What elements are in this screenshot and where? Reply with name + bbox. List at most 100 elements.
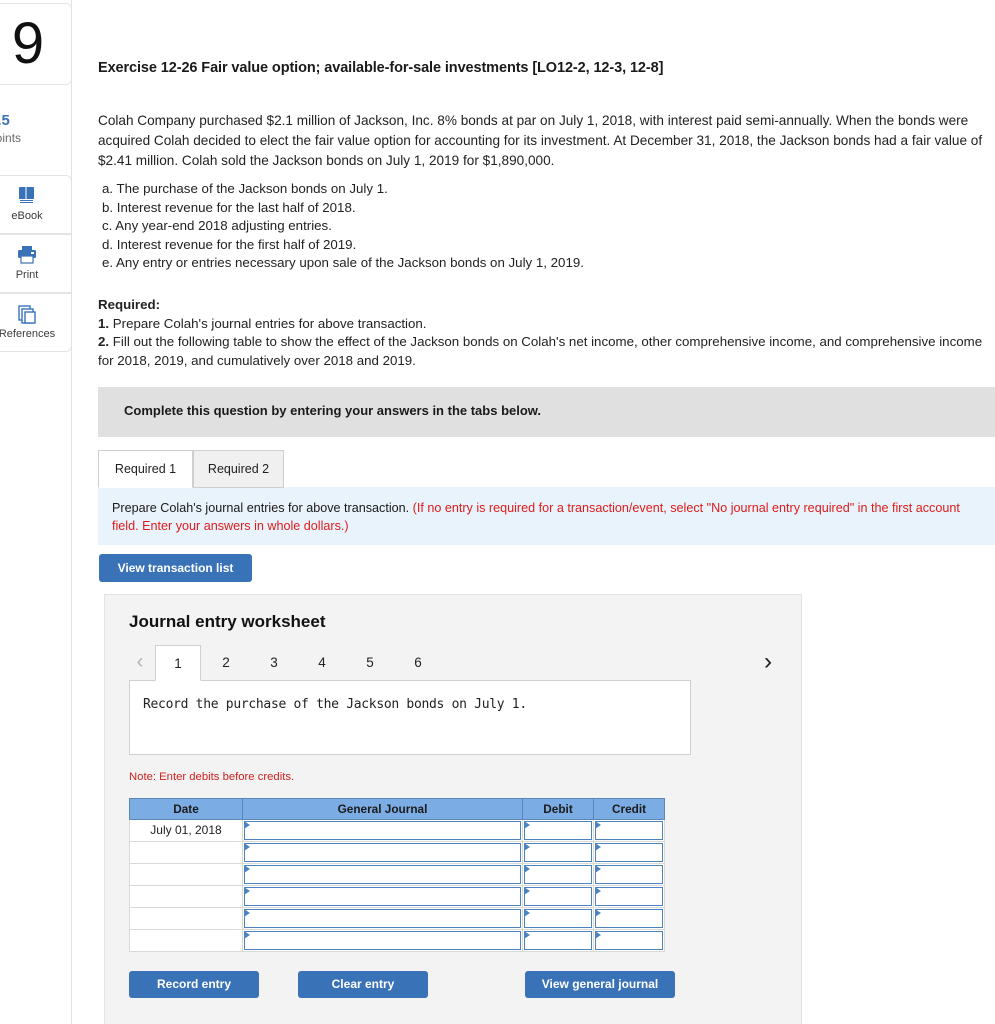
table-row — [129, 841, 665, 864]
references-icon — [15, 302, 39, 326]
table-row: July 01, 2018 — [129, 819, 665, 842]
list-item: b. Interest revenue for the last half of… — [102, 199, 356, 215]
points-value: 2.5 — [0, 112, 10, 129]
instruction-info-box: Prepare Colah's journal entries for abov… — [98, 487, 995, 545]
list-item: e. Any entry or entries necessary upon s… — [102, 255, 584, 270]
general-journal-input-2[interactable] — [242, 841, 523, 864]
table-row — [129, 929, 665, 952]
tab-required-2[interactable]: Required 2 — [193, 450, 284, 488]
credit-input-5[interactable] — [593, 907, 665, 930]
debit-input-3[interactable] — [522, 863, 594, 886]
sub-requirement-list: a. The purchase of the Jackson bonds on … — [102, 180, 982, 273]
instruction-black-text: Prepare Colah's journal entries for abov… — [112, 501, 413, 515]
clear-entry-button[interactable]: Clear entry — [298, 971, 428, 998]
complete-question-text: Complete this question by entering your … — [124, 403, 542, 418]
credit-input-2[interactable] — [593, 841, 665, 864]
chevron-left-icon[interactable]: ‹ — [129, 645, 151, 679]
question-number-card: 9 — [0, 3, 72, 85]
sidebar-item-label: Print — [15, 269, 39, 281]
sidebar-item-references[interactable]: References — [0, 293, 72, 352]
dropdown-marker-icon — [524, 887, 530, 895]
pager-page-3[interactable]: 3 — [251, 645, 297, 681]
record-entry-button[interactable]: Record entry — [129, 971, 259, 998]
sidebar-item-ebook[interactable]: eBook — [0, 175, 72, 234]
required-heading: Required: — [98, 297, 161, 312]
points-label: points — [0, 131, 22, 145]
tab-required-1[interactable]: Required 1 — [98, 450, 193, 488]
debit-input-2[interactable] — [522, 841, 594, 864]
required-text-1: Prepare Colah's journal entries for abov… — [109, 315, 427, 331]
dropdown-marker-icon — [244, 887, 250, 895]
book-icon — [15, 184, 39, 208]
dropdown-marker-icon — [595, 909, 601, 917]
dropdown-marker-icon — [244, 821, 250, 829]
entry-description-box: Record the purchase of the Jackson bonds… — [129, 680, 691, 755]
sidebar-item-label: References — [0, 328, 56, 340]
debit-input-4[interactable] — [522, 885, 594, 908]
date-value: July 01, 2018 — [150, 823, 222, 837]
dropdown-marker-icon — [595, 887, 601, 895]
cell-date — [129, 841, 243, 864]
worksheet-pagination: ‹ 1 2 3 4 5 6 › — [129, 645, 779, 681]
pager-page-6[interactable]: 6 — [395, 645, 441, 681]
debit-input-5[interactable] — [522, 907, 594, 930]
view-general-journal-button[interactable]: View general journal — [525, 971, 675, 998]
general-journal-input-6[interactable] — [242, 929, 523, 952]
dropdown-marker-icon — [595, 821, 601, 829]
question-sidebar: 9 2.5 points eBook Print — [0, 0, 72, 1024]
dropdown-marker-icon — [595, 931, 601, 939]
debit-input-6[interactable] — [522, 929, 594, 952]
view-transaction-list-button[interactable]: View transaction list — [99, 554, 252, 582]
list-item: d. Interest revenue for the first half o… — [102, 236, 357, 252]
main-content: Exercise 12-26 Fair value option; availa… — [72, 0, 995, 1024]
general-journal-input-3[interactable] — [242, 863, 523, 886]
credit-input-1[interactable] — [593, 819, 665, 842]
required-number-2: 2. — [98, 334, 110, 350]
printer-icon — [15, 243, 39, 267]
cell-date — [129, 929, 243, 952]
requirement-tabs: Required 1 Required 2 — [98, 450, 995, 488]
problem-statement: Colah Company purchased $2.1 million of … — [98, 113, 983, 168]
column-header-date: Date — [129, 798, 243, 820]
cell-date: July 01, 2018 — [129, 819, 243, 842]
cell-date — [129, 885, 243, 908]
general-journal-input-1[interactable] — [242, 819, 523, 842]
column-header-credit: Credit — [593, 798, 665, 820]
dropdown-marker-icon — [595, 865, 601, 873]
complete-question-banner: Complete this question by entering your … — [98, 387, 995, 437]
table-row — [129, 885, 665, 908]
required-text-2: Fill out the following table to show the… — [98, 334, 983, 368]
debits-before-credits-note: Note: Enter debits before credits. — [129, 771, 295, 783]
dropdown-marker-icon — [244, 909, 250, 917]
credit-input-6[interactable] — [593, 929, 665, 952]
dropdown-marker-icon — [244, 931, 250, 939]
page-title: Exercise 12-26 Fair value option; availa… — [98, 60, 664, 76]
general-journal-input-4[interactable] — [242, 885, 523, 908]
pager-page-5[interactable]: 5 — [347, 645, 393, 681]
points-block: 2.5 points — [0, 112, 69, 146]
worksheet-title: Journal entry worksheet — [129, 612, 326, 631]
table-row — [129, 907, 665, 930]
dropdown-marker-icon — [244, 843, 250, 851]
table-row — [129, 863, 665, 886]
required-line-2: 2. Fill out the following table to show … — [98, 333, 988, 370]
pager-page-2[interactable]: 2 — [203, 645, 249, 681]
dropdown-marker-icon — [524, 909, 530, 917]
debit-input-1[interactable] — [522, 819, 594, 842]
pager-page-4[interactable]: 4 — [299, 645, 345, 681]
sidebar-item-print[interactable]: Print — [0, 234, 72, 293]
journal-entry-worksheet-panel: Journal entry worksheet ‹ 1 2 3 4 5 6 › … — [104, 594, 802, 1024]
credit-input-4[interactable] — [593, 885, 665, 908]
credit-input-3[interactable] — [593, 863, 665, 886]
dropdown-marker-icon — [524, 931, 530, 939]
dropdown-marker-icon — [595, 843, 601, 851]
dropdown-marker-icon — [524, 865, 530, 873]
dropdown-marker-icon — [244, 865, 250, 873]
list-item: a. The purchase of the Jackson bonds on … — [102, 181, 388, 196]
journal-entry-table: Date General Journal Debit Credit July 0… — [129, 798, 665, 952]
general-journal-input-5[interactable] — [242, 907, 523, 930]
pager-page-1[interactable]: 1 — [155, 645, 201, 681]
dropdown-marker-icon — [524, 843, 530, 851]
chevron-right-icon[interactable]: › — [757, 645, 779, 679]
question-number: 9 — [11, 11, 45, 76]
